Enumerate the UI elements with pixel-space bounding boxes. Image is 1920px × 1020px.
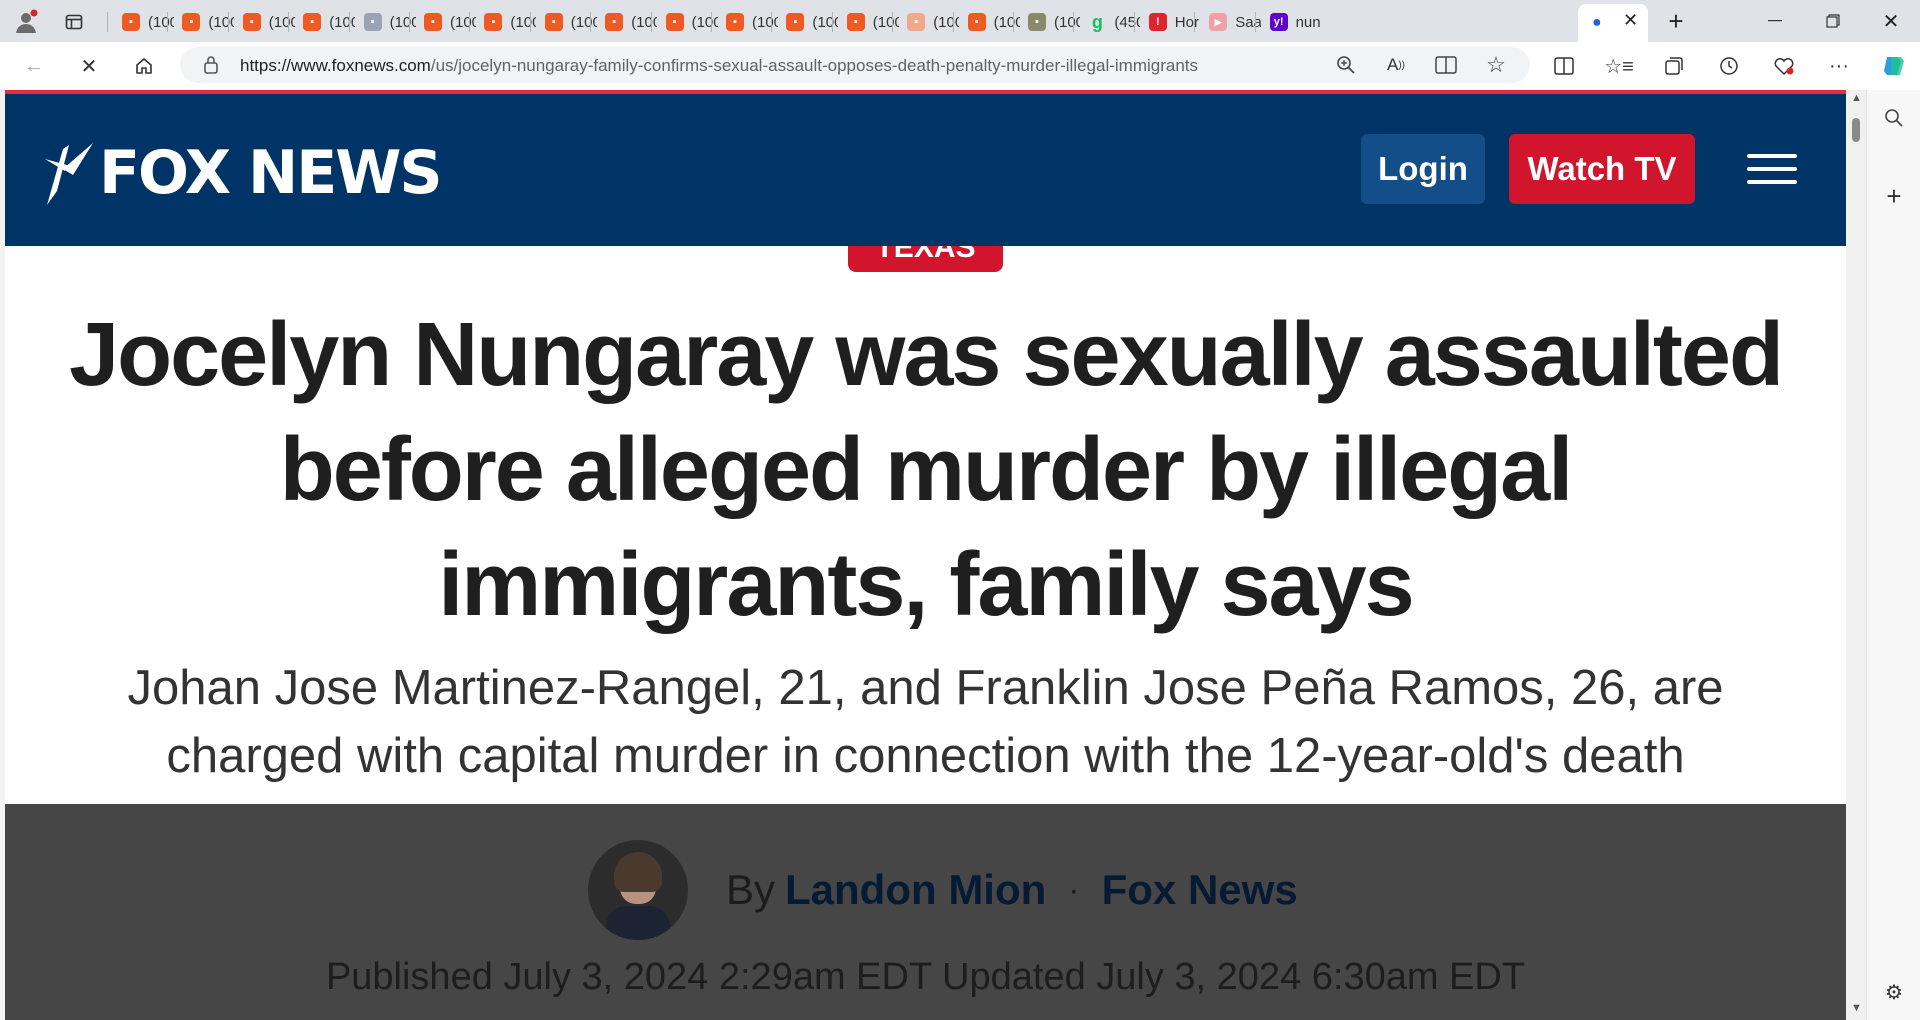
favorite-star-icon[interactable]: ☆ — [1478, 47, 1514, 83]
image-thumbnail-icon: ▪ — [363, 13, 382, 31]
red-badge-icon: ! — [1148, 13, 1167, 31]
new-tab-button[interactable]: + — [1660, 6, 1692, 36]
watch-tv-button[interactable]: Watch TV — [1509, 134, 1695, 204]
collections-icon[interactable] — [1656, 48, 1692, 84]
tab-separator — [288, 12, 290, 32]
edge-sidebar: + ⚙ — [1866, 90, 1920, 1020]
outlet-link[interactable]: Fox News — [1102, 866, 1298, 914]
fox-news-logo[interactable]: FOX NEWS — [43, 138, 443, 208]
yahoo-icon: y! — [1269, 13, 1288, 31]
restore-button[interactable] — [1810, 4, 1856, 38]
bookmark-orange-icon: ▪ — [182, 13, 201, 31]
article-subheadline: Johan Jose Martinez-Rangel, 21, and Fran… — [127, 661, 1724, 783]
tab-separator — [1013, 12, 1014, 32]
browser-tab[interactable]: y! nun — [1258, 7, 1330, 37]
zoom-icon[interactable] — [1328, 47, 1364, 83]
category-tag[interactable]: TEXAS — [848, 246, 1003, 272]
bookmark-orange-icon: ▪ — [424, 13, 442, 31]
read-aloud-icon[interactable]: A)) — [1378, 47, 1414, 83]
tab-strip: ▪ (100 ▪ (100 ▪ (100 ▪ (100 ▪ (100 ▪ (100 ▪ (100 ▪ (100… — [0, 0, 1920, 42]
bookmark-orange-icon: ▪ — [303, 13, 322, 31]
close-tab-icon[interactable]: ✕ — [1623, 10, 1638, 31]
tab-separator — [348, 12, 350, 32]
bookmark-orange-icon: ▪ — [786, 13, 805, 31]
scroll-down-arrow-icon[interactable]: ▼ — [1851, 1002, 1862, 1014]
tab-separator — [529, 12, 531, 32]
browser-essentials-icon[interactable] — [1766, 48, 1802, 84]
author-avatar[interactable] — [588, 840, 688, 940]
bookmark-orange-icon: ▪ — [122, 13, 140, 31]
scroll-up-arrow-icon[interactable]: ▲ — [1851, 92, 1862, 104]
bookmark-orange-icon: ▪ — [242, 13, 261, 31]
tab-separator — [1194, 12, 1196, 32]
bookmark-orange-icon: ▪ — [665, 13, 684, 31]
more-menu-icon[interactable]: ··· — [1821, 48, 1857, 84]
scroll-thumb[interactable] — [1852, 118, 1860, 142]
web-page: FOX NEWS Login Watch TV TEXAS Jocelyn Nu… — [5, 90, 1846, 1020]
tab-separator — [469, 12, 471, 32]
loading-icon: ● — [1592, 14, 1602, 31]
tab-separator — [1073, 12, 1075, 32]
browser-toolbar: ← ✕ https://www.foxnews.com/us/jocelyn-n… — [0, 42, 1920, 91]
site-header: FOX NEWS Login Watch TV — [5, 94, 1846, 246]
youtube-icon: ▶ — [1209, 13, 1228, 31]
sidebar-add-icon[interactable]: + — [1876, 178, 1912, 214]
tab-separator — [650, 12, 652, 32]
sidebar-settings-icon[interactable]: ⚙ — [1876, 974, 1912, 1010]
stop-loading-icon[interactable]: ✕ — [71, 48, 107, 84]
immersive-reader-icon[interactable] — [1428, 47, 1464, 83]
active-tab[interactable]: ● ✕ — [1578, 4, 1648, 42]
tab-separator — [771, 12, 773, 32]
bookmark-orange-icon: ▪ — [605, 13, 624, 31]
tab-separator — [1133, 12, 1135, 32]
logo-text: FOX NEWS — [99, 138, 443, 208]
searchlight-icon — [45, 143, 93, 205]
bookmark-light-icon: ▪ — [907, 13, 926, 31]
bookmark-orange-icon: ▪ — [846, 13, 865, 31]
tab-separator — [952, 12, 954, 32]
copilot-icon[interactable] — [1876, 48, 1912, 84]
history-icon[interactable] — [1711, 48, 1747, 84]
back-arrow-icon[interactable]: ← — [16, 48, 52, 84]
close-window-button[interactable]: ✕ — [1868, 4, 1914, 38]
bookmark-orange-icon: ▪ — [967, 13, 986, 31]
bookmark-orange-icon: ▪ — [484, 13, 503, 31]
minimize-button[interactable] — [1752, 4, 1798, 38]
login-button[interactable]: Login — [1361, 134, 1485, 204]
address-bar[interactable]: https://www.foxnews.com/us/jocelyn-nunga… — [180, 47, 1530, 83]
pattern-icon: ▪ — [1028, 13, 1046, 31]
tab-separator — [107, 12, 108, 32]
tab-separator — [711, 12, 712, 32]
tab-actions-icon[interactable] — [60, 8, 88, 36]
tab-separator — [227, 12, 229, 32]
bookmark-orange-icon: ▪ — [726, 13, 744, 31]
lock-icon[interactable] — [202, 55, 220, 80]
separator-dot: · — [1068, 870, 1080, 909]
publish-dates: Published July 3, 2024 2:29am EDT Update… — [325, 956, 1526, 998]
tab-separator — [1254, 12, 1256, 32]
hamburger-menu-icon[interactable] — [1747, 154, 1797, 184]
bookmark-orange-icon: ▪ — [544, 13, 563, 31]
url-text[interactable]: https://www.foxnews.com/us/jocelyn-nunga… — [240, 56, 1198, 76]
author-byline: By Landon Mion · Fox News — [588, 840, 1298, 940]
tab-separator — [892, 12, 894, 32]
page-scrollbar[interactable]: ▲ ▼ — [1846, 90, 1866, 1020]
tab-title: nun — [1295, 13, 1321, 31]
g-letter-icon: g — [1091, 11, 1103, 32]
profile-avatar-icon[interactable] — [10, 6, 42, 36]
tab-separator — [409, 12, 410, 32]
tab-separator — [167, 12, 169, 32]
tab-separator — [590, 12, 592, 32]
tab-separator — [831, 12, 833, 32]
favorites-icon[interactable]: ☆≡ — [1601, 48, 1637, 84]
sidebar-search-icon[interactable] — [1876, 100, 1912, 136]
home-icon[interactable] — [126, 48, 162, 84]
by-label: By — [726, 866, 776, 913]
split-screen-icon[interactable] — [1546, 48, 1582, 84]
author-link[interactable]: Landon Mion — [785, 866, 1046, 914]
article-headline: Jocelyn Nungaray was sexually assaulted … — [69, 305, 1784, 635]
